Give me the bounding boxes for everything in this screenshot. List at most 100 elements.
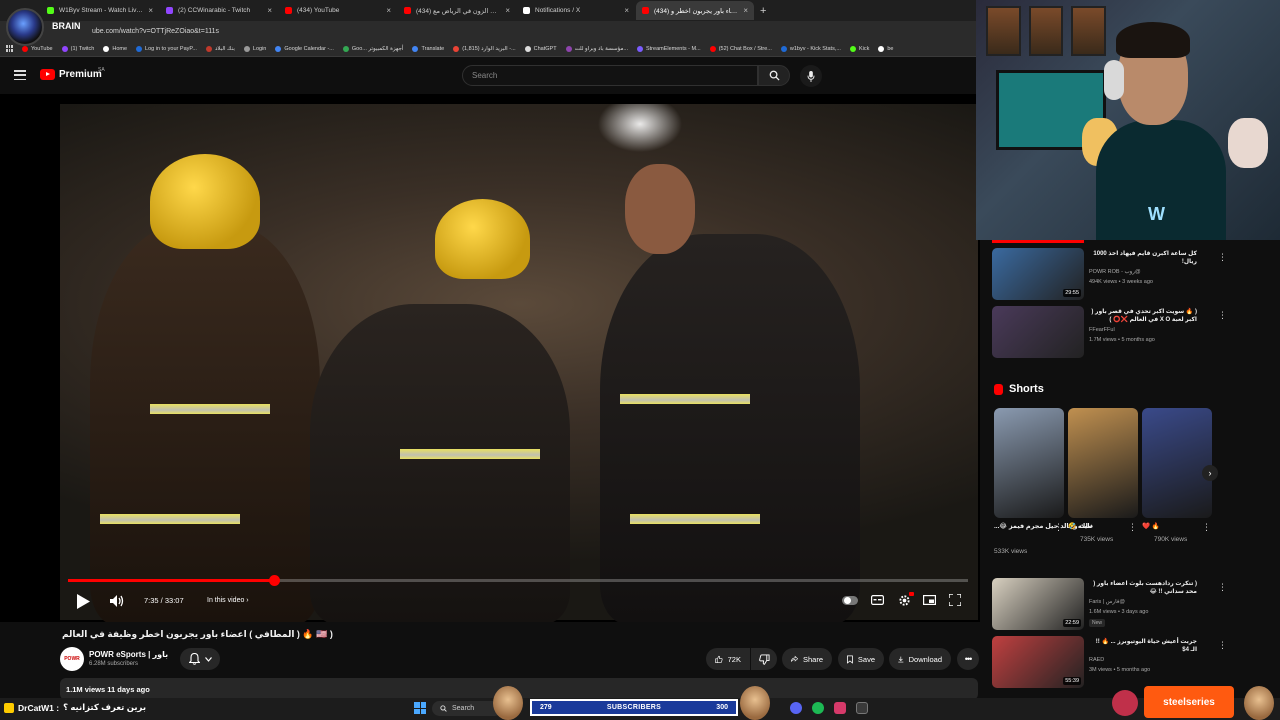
channel-name[interactable]: FFearFFul xyxy=(1089,327,1115,333)
miniplayer-button[interactable] xyxy=(922,594,936,606)
channel-name[interactable]: POWR eSports | باور xyxy=(89,650,168,659)
windows-start-icon[interactable] xyxy=(414,702,426,714)
short-title[interactable]: ذليته 🤣 xyxy=(1068,522,1093,530)
captions-button[interactable] xyxy=(870,594,884,606)
bookmark-item[interactable]: w1byv - Kick Stats,... xyxy=(780,45,841,52)
discord-app-icon[interactable] xyxy=(790,702,802,714)
more-vertical-icon[interactable]: ⋮ xyxy=(1218,640,1227,651)
bookmark-item[interactable]: Google Calendar -... xyxy=(275,45,334,52)
tab-close-icon[interactable]: × xyxy=(624,6,629,15)
bookmark-item[interactable]: (1,815) البريد الوارد -... xyxy=(453,45,516,52)
browser-tab[interactable]: (434) اعضاء باور يجربون اخطر و... × xyxy=(636,1,754,20)
save-button[interactable]: Save xyxy=(838,648,884,670)
shorts-next-button[interactable]: › xyxy=(1202,465,1218,481)
fullscreen-button[interactable] xyxy=(948,593,962,607)
recommended-video[interactable]: 22:59 ( تنكرت ردادهست بلوث اعضاء باور ( م… xyxy=(992,578,1227,633)
face-right xyxy=(625,164,695,254)
hamburger-menu-icon[interactable] xyxy=(14,70,26,80)
search-input[interactable]: Search xyxy=(462,65,758,86)
bookmark-item[interactable]: be xyxy=(878,45,893,52)
reflective-stripe xyxy=(630,514,760,524)
channel-avatar[interactable]: POWR xyxy=(60,647,84,671)
spotify-app-icon[interactable] xyxy=(812,702,824,714)
helmet-left xyxy=(150,154,260,249)
youtube-logo[interactable]: Premium xyxy=(40,69,102,80)
more-actions-button[interactable]: ••• xyxy=(957,648,979,670)
progress-bar[interactable] xyxy=(68,575,968,586)
browser-tab[interactable]: (434) YouTube × xyxy=(279,1,397,20)
more-vertical-icon[interactable]: ⋮ xyxy=(1218,310,1227,321)
share-button[interactable]: Share xyxy=(782,648,832,670)
play-button[interactable] xyxy=(74,592,92,610)
bookmark-item[interactable]: Kick xyxy=(849,45,869,52)
browser-tab[interactable]: (2) CCWinarabic - Twitch × xyxy=(160,1,278,20)
search-button[interactable] xyxy=(758,65,790,86)
short-thumbnail[interactable] xyxy=(1142,408,1212,518)
volume-button[interactable] xyxy=(108,593,126,609)
video-thumbnail[interactable] xyxy=(992,306,1084,358)
video-thumbnail[interactable]: 22:59 xyxy=(992,578,1084,630)
notification-bell-button[interactable] xyxy=(180,648,220,670)
more-vertical-icon[interactable]: ⋮ xyxy=(1202,522,1211,533)
bookmark-item[interactable]: StreamElements - M... xyxy=(636,45,701,52)
app-icon[interactable] xyxy=(834,702,846,714)
channel-name[interactable]: Faris | فارس@ xyxy=(1089,599,1125,605)
voice-search-button[interactable] xyxy=(800,65,822,87)
tab-close-icon[interactable]: × xyxy=(148,6,153,15)
video-frame[interactable] xyxy=(60,104,978,622)
video-thumbnail[interactable]: 29:55 xyxy=(992,248,1084,300)
bookmark-item[interactable]: بنك البلاد xyxy=(205,45,235,52)
more-vertical-icon[interactable]: ⋮ xyxy=(1054,522,1063,533)
short-title[interactable]: 🔥 ❤️ xyxy=(1142,522,1160,530)
new-tab-button[interactable]: + xyxy=(760,5,766,17)
more-vertical-icon[interactable]: ⋮ xyxy=(1128,522,1137,533)
more-vertical-icon[interactable]: ⋮ xyxy=(1218,582,1227,593)
sidebar-top-accent xyxy=(992,240,1084,243)
video-player[interactable]: 7:35 / 33:07 In this video › xyxy=(0,94,980,622)
download-button[interactable]: Download xyxy=(889,648,951,670)
toggle-knob xyxy=(843,597,851,604)
browser-tab[interactable]: Notifications / X × xyxy=(517,1,635,20)
tab-close-icon[interactable]: × xyxy=(386,6,391,15)
bookmark-item[interactable]: مؤسسة باد وبراو للت... xyxy=(565,45,628,52)
app-icon[interactable] xyxy=(856,702,868,714)
more-vertical-icon[interactable]: ⋮ xyxy=(1218,252,1227,263)
like-button[interactable]: 72K xyxy=(706,648,750,670)
poster xyxy=(1071,6,1107,56)
address-bar[interactable]: ube.com/watch?v=OTTjReZOiao&t=111s xyxy=(0,21,980,41)
url-text[interactable]: ube.com/watch?v=OTTjReZOiao&t=111s xyxy=(92,28,219,35)
tab-title: Notifications / X xyxy=(535,7,581,14)
bookmark-item[interactable]: ChatGPT xyxy=(524,45,557,52)
taskbar-search[interactable]: Search xyxy=(432,701,502,716)
apps-grid-icon[interactable] xyxy=(6,45,13,52)
stream-chat-line: DrCatW1 : برين تعرف كتزانيه ؟ xyxy=(4,702,146,713)
recommended-video[interactable]: 29:55 كل ساعة اكبرن قايم فيهاد اخذ 1000 ر… xyxy=(992,248,1227,303)
bookmark-item[interactable]: Login xyxy=(243,45,266,52)
recommended-video[interactable]: 55:39 جربت أعيش حياة اليوتيوبرز ... 🔥 !! … xyxy=(992,636,1227,691)
browser-tab[interactable]: (434) تحدي الزون في الرياض مع... × xyxy=(398,1,516,20)
autoplay-toggle[interactable] xyxy=(842,596,858,605)
bookmark-item[interactable]: YouTube xyxy=(22,45,53,52)
channel-name[interactable]: RAED xyxy=(1089,657,1104,663)
short-thumbnail[interactable] xyxy=(1068,408,1138,518)
browser-tab[interactable]: W1Byv Stream - Watch Live on × xyxy=(41,1,159,20)
bookmark-item[interactable]: (52) Chat Box / Stre... xyxy=(709,45,772,52)
tab-close-icon[interactable]: × xyxy=(505,6,510,15)
chevron-right-icon: › xyxy=(1208,468,1212,478)
chapter-button[interactable]: In this video › xyxy=(207,597,249,604)
bookmark-item[interactable]: Translate xyxy=(412,45,444,52)
bookmark-item[interactable]: Goo... أجهزة الكمبيوتر xyxy=(342,45,403,52)
bookmark-item[interactable]: Home xyxy=(103,45,127,52)
tab-close-icon[interactable]: × xyxy=(267,6,272,15)
tab-close-icon[interactable]: × xyxy=(743,6,748,15)
short-thumbnail[interactable] xyxy=(994,408,1064,518)
video-thumbnail[interactable]: 55:39 xyxy=(992,636,1084,688)
settings-button[interactable] xyxy=(896,592,914,608)
bookmark-favicon-icon xyxy=(243,45,250,52)
channel-name[interactable]: POWR ROB - روب@ xyxy=(1089,269,1141,275)
bookmark-item[interactable]: Log in to your PayP... xyxy=(136,45,197,52)
bookmark-item[interactable]: (1) Twitch xyxy=(61,45,94,52)
recommended-video[interactable]: ( 🔥 سويت اكبر تحدي في قصر باور ( اكبر لع… xyxy=(992,306,1227,361)
dislike-button[interactable] xyxy=(751,648,777,670)
bookmark-label: ChatGPT xyxy=(533,45,557,52)
